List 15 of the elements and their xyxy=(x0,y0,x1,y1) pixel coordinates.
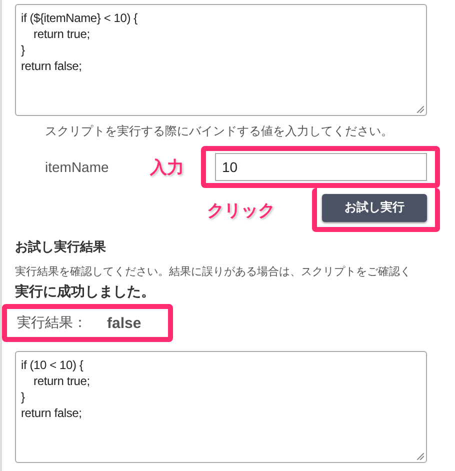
code-textarea[interactable]: if (10 < 10) { return true; } return false; xyxy=(15,351,427,463)
trial-run-button[interactable]: お試し実行 xyxy=(322,194,427,222)
success-message: 実行に成功しました。 xyxy=(15,283,156,301)
resize-grip-icon[interactable] xyxy=(417,453,424,460)
binding-name-label: itemName xyxy=(45,159,110,175)
result-label: 実行結果： xyxy=(17,314,88,332)
result-section-title: お試し実行結果 xyxy=(15,238,107,256)
result-description-text: 実行結果を確認してください。結果に誤りがある場合は、スクリプトをご確認く xyxy=(15,264,412,279)
code-textarea[interactable]: if (${itemName} < 10) { return true; } return false; xyxy=(15,4,427,116)
binding-value-field[interactable]: 10 xyxy=(215,153,427,181)
click-annotation-label: クリック xyxy=(207,200,276,222)
bind-hint-text: スクリプトを実行する際にバインドする値を入力してください。 xyxy=(45,123,394,140)
resize-grip-icon[interactable] xyxy=(417,106,424,113)
input-annotation-label: 入力 xyxy=(150,156,185,178)
result-value: false xyxy=(107,314,142,332)
